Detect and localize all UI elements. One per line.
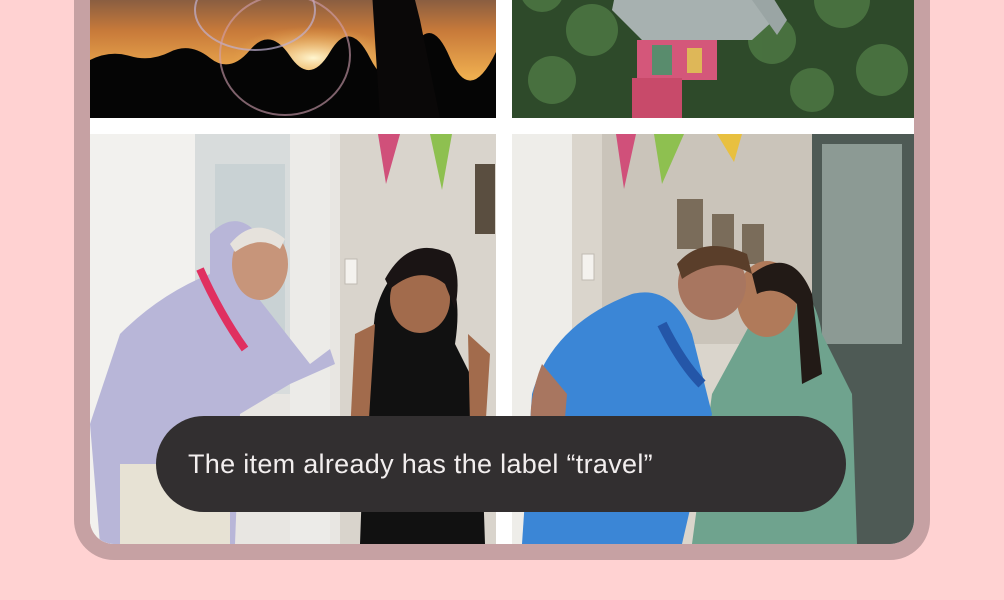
snackbar: The item already has the label “travel” [156, 416, 846, 512]
snackbar-message: The item already has the label “travel” [188, 448, 653, 479]
photo-person-hedge[interactable] [512, 0, 914, 118]
photo-bubble-sunset-image [90, 0, 496, 118]
photo-person-hedge-image [512, 0, 914, 118]
photo-bubble-sunset[interactable] [90, 0, 496, 118]
